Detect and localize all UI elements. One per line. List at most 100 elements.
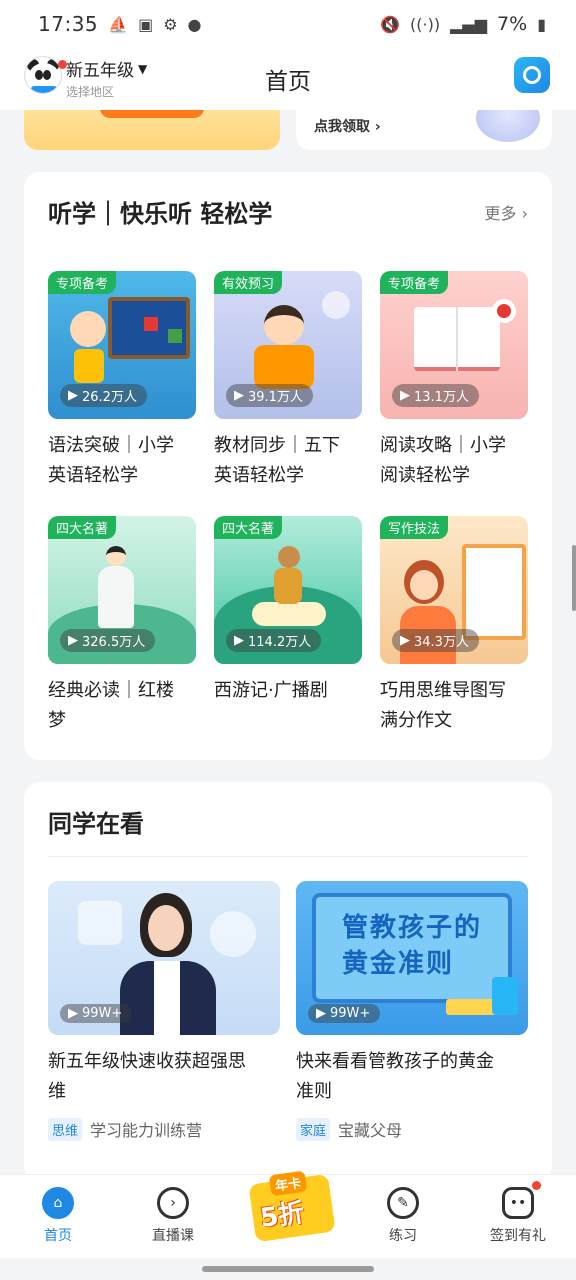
banner-left-button[interactable] bbox=[100, 110, 204, 118]
course-tile[interactable]: 写作技法 ▶ 34.3万人 巧用思维导图写 满分作文 bbox=[380, 516, 528, 736]
signal-icon: ▂▄▆ bbox=[450, 14, 488, 34]
play-circle-icon: › bbox=[157, 1187, 189, 1219]
play-icon: ▶ bbox=[68, 1006, 78, 1021]
video-cover: ▶ 99W+ bbox=[48, 881, 280, 1035]
tile-title-line: 梦 bbox=[48, 710, 66, 731]
play-count-value: 114.2万人 bbox=[248, 635, 312, 650]
category-tag: 家庭 bbox=[296, 1117, 331, 1141]
home-indicator[interactable] bbox=[202, 1266, 374, 1272]
wifi-icon: ((·)) bbox=[410, 14, 441, 34]
tile-title-line: 巧用思维导图写 bbox=[380, 680, 506, 701]
tile-title-line: 英语轻松学 bbox=[48, 465, 138, 486]
section-title: 听学｜快乐听 轻松学 bbox=[48, 200, 273, 228]
course-tile[interactable]: 专项备考 ▶ 13.1万人 阅读攻略｜小学 阅读轻松学 bbox=[380, 271, 528, 491]
tile-cover: 专项备考 ▶ 26.2万人 bbox=[48, 271, 196, 419]
tab-label: 签到有礼 bbox=[490, 1228, 546, 1244]
video-title: 快来看看管教孩子的黄金 准则 bbox=[296, 1047, 528, 1107]
letter-block-illustration bbox=[144, 317, 158, 331]
letter-block-illustration bbox=[168, 329, 182, 343]
girl-head-illustration bbox=[70, 311, 106, 347]
home-icon: ⌂ bbox=[42, 1187, 74, 1219]
tile-title-line: 西游记·广播剧 bbox=[214, 680, 328, 701]
status-time: 17:35 bbox=[38, 12, 99, 36]
more-link[interactable]: 更多 › bbox=[484, 200, 528, 224]
banner-left[interactable] bbox=[24, 110, 280, 150]
tab-label: 首页 bbox=[44, 1228, 72, 1244]
play-count: ▶ 99W+ bbox=[308, 1004, 381, 1023]
play-count: ▶ 39.1万人 bbox=[226, 384, 313, 407]
tab-label: 直播课 bbox=[152, 1228, 194, 1244]
play-icon: ▶ bbox=[234, 633, 244, 648]
section-title: 同学在看 bbox=[48, 810, 144, 838]
play-count: ▶ 34.3万人 bbox=[392, 629, 479, 652]
monkey-head-illustration bbox=[278, 546, 300, 568]
play-icon: ▶ bbox=[68, 388, 78, 403]
divider bbox=[48, 856, 528, 857]
play-count: ▶ 114.2万人 bbox=[226, 629, 322, 652]
scrollbar[interactable] bbox=[572, 545, 576, 611]
play-count-value: 99W+ bbox=[82, 1006, 123, 1021]
decor-circle-illustration bbox=[210, 911, 256, 957]
target-illustration bbox=[492, 299, 516, 323]
banner-strip: 点我领取 › bbox=[0, 110, 576, 152]
pencil-icon: ✎ bbox=[387, 1187, 419, 1219]
scan-icon bbox=[523, 66, 541, 84]
course-tile[interactable]: 四大名著 ▶ 114.2万人 西游记·广播剧 bbox=[214, 516, 362, 706]
tile-title-line: 教材同步｜五下 bbox=[214, 435, 340, 456]
decor-card-illustration bbox=[78, 901, 122, 945]
banner-right-link[interactable]: 点我领取 › bbox=[314, 116, 381, 136]
tab-live-class[interactable]: › 直播课 bbox=[133, 1187, 213, 1245]
app-header: 新五年级 ▼ 选择地区 首页 bbox=[0, 48, 576, 110]
tile-tag: 专项备考 bbox=[380, 271, 449, 294]
status-bar: 17:35 ⛵ ▣ ⚙ ● 🔇 ((·)) ▂▄▆ 7% ▮ bbox=[0, 0, 576, 48]
play-count: ▶ 326.5万人 bbox=[60, 629, 156, 652]
course-tile[interactable]: 四大名著 ▶ 326.5万人 经典必读｜红楼 梦 bbox=[48, 516, 196, 736]
tile-tag: 四大名著 bbox=[214, 516, 283, 539]
play-icon: ▶ bbox=[316, 1006, 326, 1021]
bottom-tab-bar: ⌂ 首页 › 直播课 年卡 5折 ✎ 练习 •• 签到有礼 bbox=[0, 1170, 576, 1258]
tile-title: 巧用思维导图写 满分作文 bbox=[380, 676, 528, 736]
status-left: 17:35 ⛵ ▣ ⚙ ● bbox=[38, 12, 202, 36]
annual-card-promo[interactable]: 年卡 5折 bbox=[246, 1163, 338, 1255]
classmates-section: 同学在看 ▶ 99W+ 新五年级快速收获超强思 维 思维 学习能力训练营 管教孩… bbox=[24, 782, 552, 1182]
tab-home[interactable]: ⌂ 首页 bbox=[18, 1187, 98, 1245]
tile-cover: 四大名著 ▶ 114.2万人 bbox=[214, 516, 362, 664]
mute-icon: 🔇 bbox=[380, 14, 401, 34]
tile-title-line: 英语轻松学 bbox=[214, 465, 304, 486]
tab-label: 练习 bbox=[389, 1228, 417, 1244]
battery-icon: ▮ bbox=[537, 14, 546, 34]
tile-tag: 四大名著 bbox=[48, 516, 117, 539]
tile-cover: 专项备考 ▶ 13.1万人 bbox=[380, 271, 528, 419]
tab-practice[interactable]: ✎ 练习 bbox=[363, 1187, 443, 1245]
tile-cover: 写作技法 ▶ 34.3万人 bbox=[380, 516, 528, 664]
play-icon: ▶ bbox=[68, 633, 78, 648]
banner-right[interactable]: 点我领取 › bbox=[296, 110, 552, 150]
video-card[interactable]: 管教孩子的 黄金准则 ▶ 99W+ 快来看看管教孩子的黄金 准则 家庭 宝藏父母 bbox=[296, 881, 528, 1141]
video-title: 新五年级快速收获超强思 维 bbox=[48, 1047, 280, 1107]
lady-robe-illustration bbox=[98, 566, 134, 628]
course-tile[interactable]: 有效预习 ▶ 39.1万人 教材同步｜五下 英语轻松学 bbox=[214, 271, 362, 491]
sailing-icon: ⛵ bbox=[108, 14, 129, 34]
play-count-value: 34.3万人 bbox=[414, 635, 469, 650]
tile-cover: 四大名著 ▶ 326.5万人 bbox=[48, 516, 196, 664]
video-card[interactable]: ▶ 99W+ 新五年级快速收获超强思 维 思维 学习能力训练营 bbox=[48, 881, 280, 1141]
video-title-line: 维 bbox=[48, 1081, 66, 1102]
play-icon: ▶ bbox=[400, 633, 410, 648]
poster-title-line: 黄金准则 bbox=[342, 949, 455, 979]
course-tile[interactable]: 专项备考 ▶ 26.2万人 语法突破｜小学 英语轻松学 bbox=[48, 271, 196, 491]
more-label: 更多 bbox=[484, 204, 517, 223]
page-title: 首页 bbox=[265, 69, 311, 95]
tile-title-line: 满分作文 bbox=[380, 710, 452, 731]
listen-section: 听学｜快乐听 轻松学 更多 › 专项备考 ▶ 26.2万人 语法突破｜小学 英语… bbox=[24, 172, 552, 760]
series-name: 宝藏父母 bbox=[338, 1121, 403, 1140]
video-title-line: 快来看看管教孩子的黄金 bbox=[296, 1051, 494, 1072]
bubble-illustration bbox=[322, 291, 350, 319]
scan-button[interactable] bbox=[514, 57, 550, 93]
teacher-face-illustration bbox=[148, 905, 184, 951]
tile-tag: 有效预习 bbox=[214, 271, 283, 294]
battery-text: 7% bbox=[497, 13, 528, 35]
cloud-illustration bbox=[252, 602, 326, 626]
category-tag: 思维 bbox=[48, 1117, 83, 1141]
tile-title: 语法突破｜小学 英语轻松学 bbox=[48, 431, 196, 491]
tab-checkin[interactable]: •• 签到有礼 bbox=[478, 1187, 558, 1245]
